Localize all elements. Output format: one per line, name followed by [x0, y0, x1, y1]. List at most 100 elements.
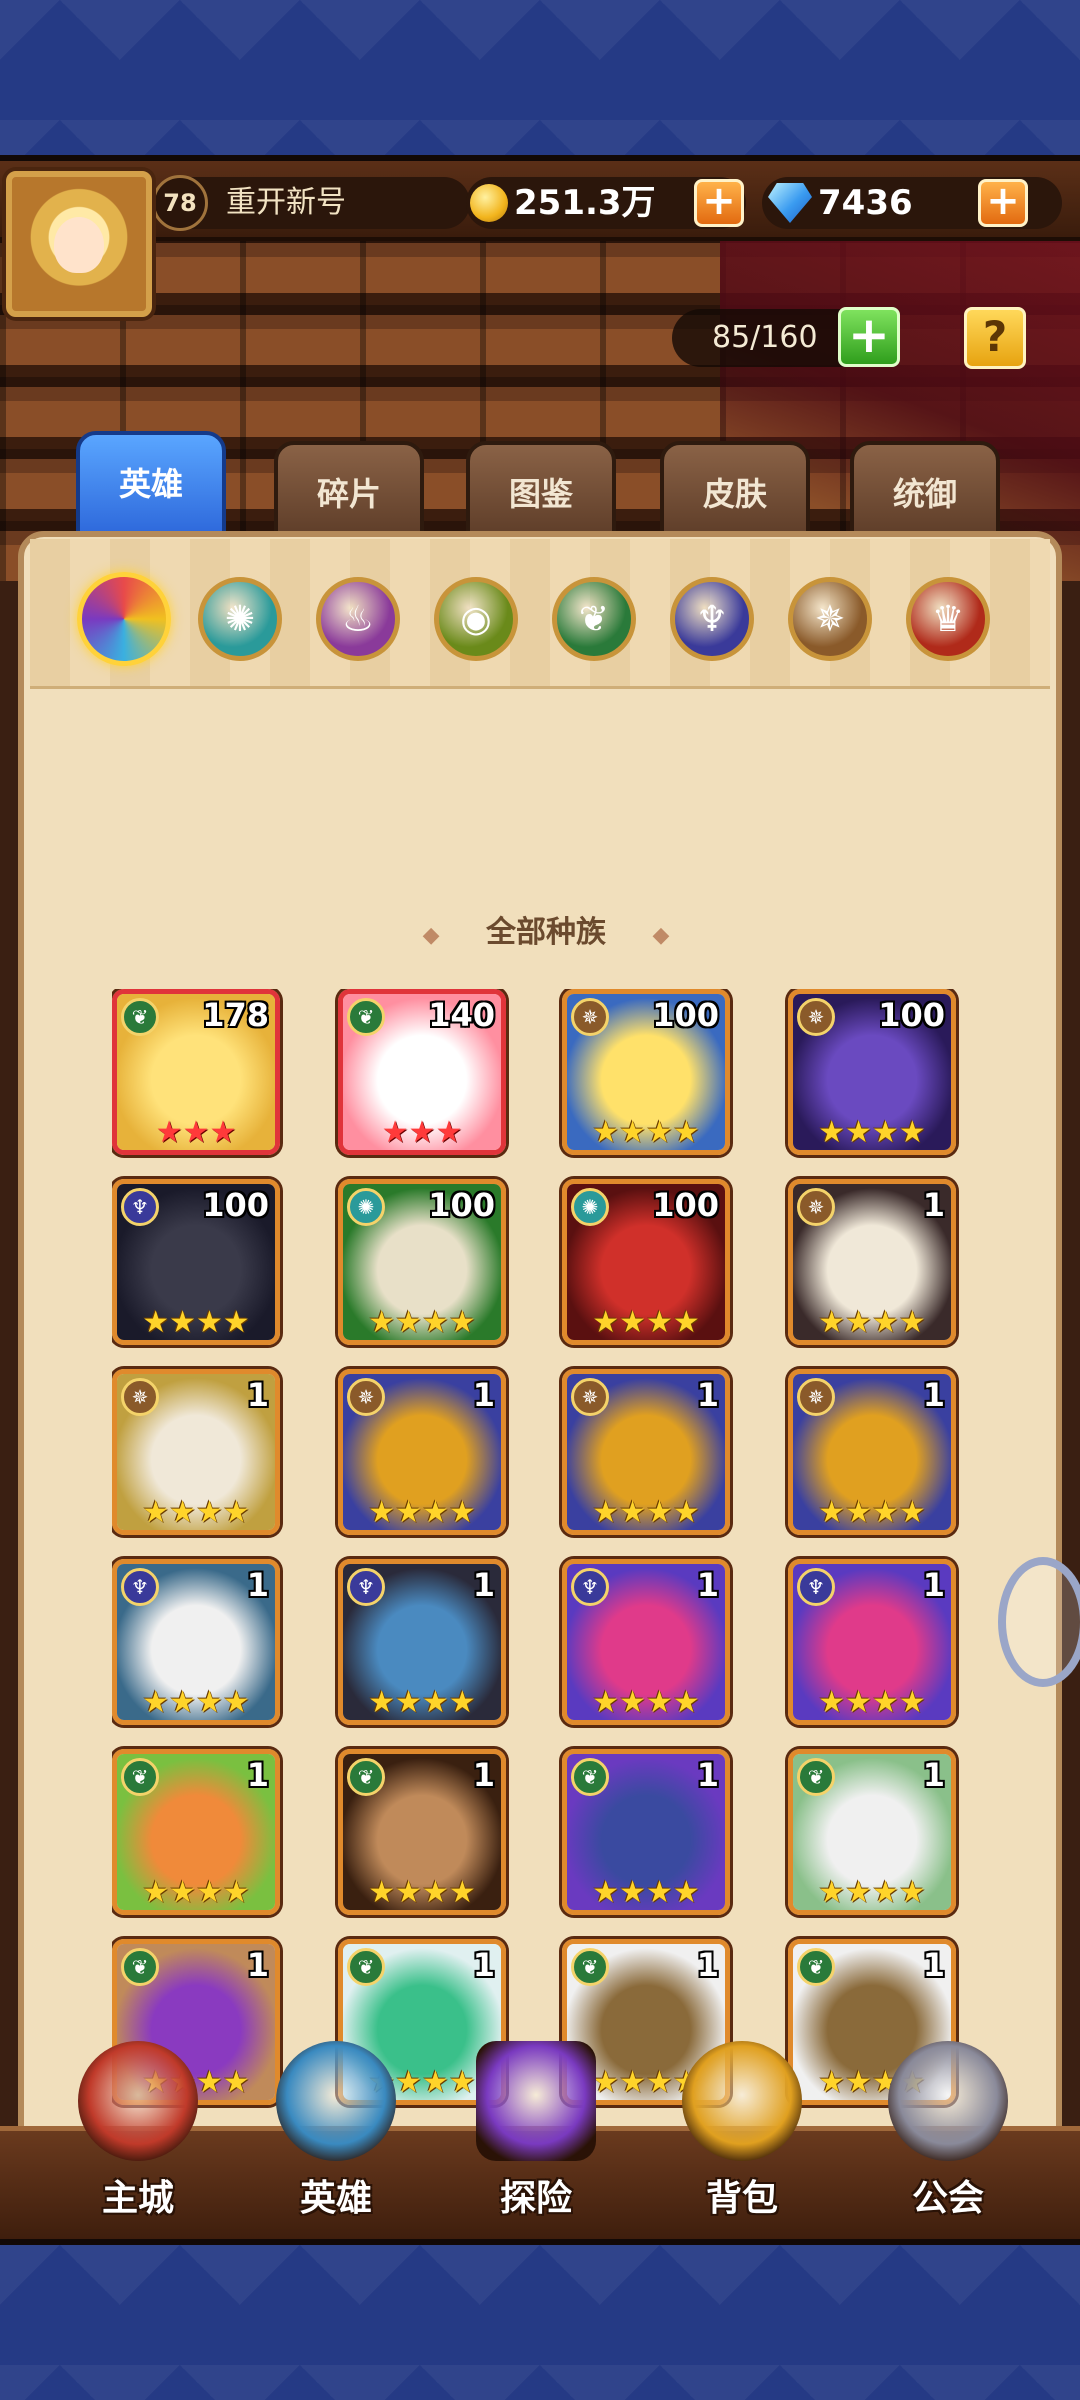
hero-level: 1 — [246, 1376, 269, 1414]
nature-faction-icon: ❦ — [797, 1758, 835, 1796]
hero-star-rating: ★★★★ — [142, 1875, 250, 1910]
backpack-icon — [682, 2041, 802, 2161]
add-gems-button[interactable]: + — [978, 179, 1028, 227]
nature-faction-icon: ❦ — [121, 1758, 159, 1796]
hero-star-rating: ★★★ — [155, 1115, 237, 1150]
shadow-faction-icon[interactable]: ♨ — [316, 577, 400, 661]
game-screen: 重开新号 78 251.3万 + 7436 + 85/160 + ? 英雄 碎片图… — [0, 155, 1080, 2245]
nature-faction-icon[interactable]: ❦ — [552, 577, 636, 661]
portal-icon — [476, 2041, 596, 2161]
earth-faction-icon[interactable]: ◉ — [434, 577, 518, 661]
hero-star-rating: ★★★★ — [368, 1305, 476, 1340]
hero-card[interactable]: ✵ 1 ★★★★ — [788, 1179, 956, 1345]
hero-level: 1 — [472, 1756, 495, 1794]
nav-item-2[interactable]: 英雄 — [246, 2041, 426, 2239]
all-factions-icon[interactable] — [77, 572, 171, 666]
hero-level: 1 — [922, 1186, 945, 1224]
hero-grid[interactable]: ❦ 178 ★★★ ❦ 140 ★★★ ✵ 100 ★★★★ ✵ 100 ★★★★ ♆ 100 ★★★★ ✺ 1… — [112, 989, 992, 2219]
hero-card[interactable]: ♆ 1 ★★★★ — [562, 1559, 730, 1725]
guild-tower-icon — [888, 2041, 1008, 2161]
nav-item-5[interactable]: 公会 — [858, 2041, 1038, 2239]
hero-card[interactable]: ❦ 1 ★★★★ — [562, 1749, 730, 1915]
diamond-ornament-icon: ◆ — [422, 923, 440, 948]
hero-level: 100 — [878, 996, 945, 1034]
bottom-navigation: 主城 英雄 探险 背包 公会 — [0, 2041, 1080, 2239]
light-faction-icon: ✵ — [797, 998, 835, 1036]
light-faction-icon: ✵ — [347, 1378, 385, 1416]
expand-roster-button[interactable]: + — [838, 307, 900, 367]
hero-card[interactable]: ✵ 1 ★★★★ — [788, 1369, 956, 1535]
water-faction-icon: ✺ — [347, 1188, 385, 1226]
hero-star-rating: ★★★★ — [368, 1685, 476, 1720]
hero-level: 1 — [696, 1756, 719, 1794]
light-faction-icon[interactable]: ✵ — [788, 577, 872, 661]
hero-book-panel: ✺ ♨ ◉ ❦ ♆ ✵ ♛ ◆ 全部种族 ◆ ❦ 178 ★★★ ❦ 140 ★★★ ✵ 100 ★★★★ ✵… — [18, 531, 1080, 2231]
hero-card[interactable]: ♆ 1 ★★★★ — [338, 1559, 506, 1725]
nav-label: 英雄 — [299, 2178, 372, 2219]
light-faction-icon: ✵ — [571, 998, 609, 1036]
hero-card[interactable]: ✵ 1 ★★★★ — [338, 1369, 506, 1535]
demon-faction-icon: ♆ — [347, 1568, 385, 1606]
top-bar: 重开新号 78 251.3万 + 7436 + — [0, 161, 1080, 241]
bottom-background — [0, 2245, 1080, 2400]
gem-amount: 7436 — [818, 183, 913, 223]
hero-star-rating: ★★★★ — [592, 1305, 700, 1340]
hero-card[interactable]: ♆ 1 ★★★★ — [112, 1559, 280, 1725]
demon-faction-icon: ♆ — [121, 1568, 159, 1606]
hero-star-rating: ★★★★ — [592, 1875, 700, 1910]
fire-faction-icon[interactable]: ♛ — [906, 577, 990, 661]
hero-level: 100 — [652, 1186, 719, 1224]
nature-faction-icon: ❦ — [797, 1948, 835, 1986]
hero-card[interactable]: ❦ 1 ★★★★ — [112, 1749, 280, 1915]
nav-label: 背包 — [705, 2178, 778, 2219]
nav-item-4[interactable]: 背包 — [652, 2041, 832, 2239]
hero-card[interactable]: ✵ 100 ★★★★ — [788, 989, 956, 1155]
hero-level: 100 — [202, 1186, 269, 1224]
nature-faction-icon: ❦ — [347, 1758, 385, 1796]
gold-coin-icon — [470, 184, 508, 222]
hero-card[interactable]: ❦ 1 ★★★★ — [788, 1749, 956, 1915]
hero-level: 140 — [428, 996, 495, 1034]
help-button[interactable]: ? — [964, 307, 1026, 369]
nature-faction-icon: ❦ — [571, 1758, 609, 1796]
hero-card[interactable]: ♆ 100 ★★★★ — [112, 1179, 280, 1345]
nature-faction-icon: ❦ — [347, 998, 385, 1036]
hero-card[interactable]: ❦ 140 ★★★ — [338, 989, 506, 1155]
hero-star-rating: ★★★★ — [368, 1875, 476, 1910]
nav-item-3[interactable]: 探险 — [446, 2041, 626, 2239]
water-faction-icon: ✺ — [571, 1188, 609, 1226]
top-background — [0, 0, 1080, 155]
hero-star-rating: ★★★★ — [592, 1115, 700, 1150]
light-faction-icon: ✵ — [121, 1378, 159, 1416]
player-name: 重开新号 — [190, 177, 470, 229]
hero-card[interactable]: ❦ 178 ★★★ — [112, 989, 280, 1155]
hero-card[interactable]: ❦ 1 ★★★★ — [338, 1749, 506, 1915]
hero-star-rating: ★★★★ — [592, 1685, 700, 1720]
demon-faction-icon[interactable]: ♆ — [670, 577, 754, 661]
hero-card[interactable]: ✵ 100 ★★★★ — [562, 989, 730, 1155]
hero-card[interactable]: ♆ 1 ★★★★ — [788, 1559, 956, 1725]
hero-level: 1 — [696, 1946, 719, 1984]
faction-filter-title: ◆ 全部种族 ◆ — [24, 903, 1068, 963]
player-avatar[interactable] — [6, 171, 152, 317]
water-faction-icon[interactable]: ✺ — [198, 577, 282, 661]
add-gold-button[interactable]: + — [694, 179, 744, 227]
hero-level: 1 — [696, 1566, 719, 1604]
hero-level: 178 — [202, 996, 269, 1034]
nav-label: 主城 — [101, 2178, 174, 2219]
hero-level: 1 — [472, 1376, 495, 1414]
side-scroll-arrow-icon[interactable] — [998, 1557, 1080, 1687]
light-faction-icon: ✵ — [571, 1378, 609, 1416]
nav-label: 探险 — [499, 2178, 572, 2219]
nav-item-1[interactable]: 主城 — [48, 2041, 228, 2239]
hero-level: 1 — [922, 1756, 945, 1794]
nature-faction-icon: ❦ — [121, 998, 159, 1036]
hero-card[interactable]: ✵ 1 ★★★★ — [562, 1369, 730, 1535]
hero-card[interactable]: ✵ 1 ★★★★ — [112, 1369, 280, 1535]
light-faction-icon: ✵ — [797, 1188, 835, 1226]
demon-faction-icon: ♆ — [121, 1188, 159, 1226]
tab-1[interactable]: 英雄 — [76, 431, 226, 547]
hero-card[interactable]: ✺ 100 ★★★★ — [338, 1179, 506, 1345]
hero-card[interactable]: ✺ 100 ★★★★ — [562, 1179, 730, 1345]
hero-star-rating: ★★★★ — [818, 1495, 926, 1530]
